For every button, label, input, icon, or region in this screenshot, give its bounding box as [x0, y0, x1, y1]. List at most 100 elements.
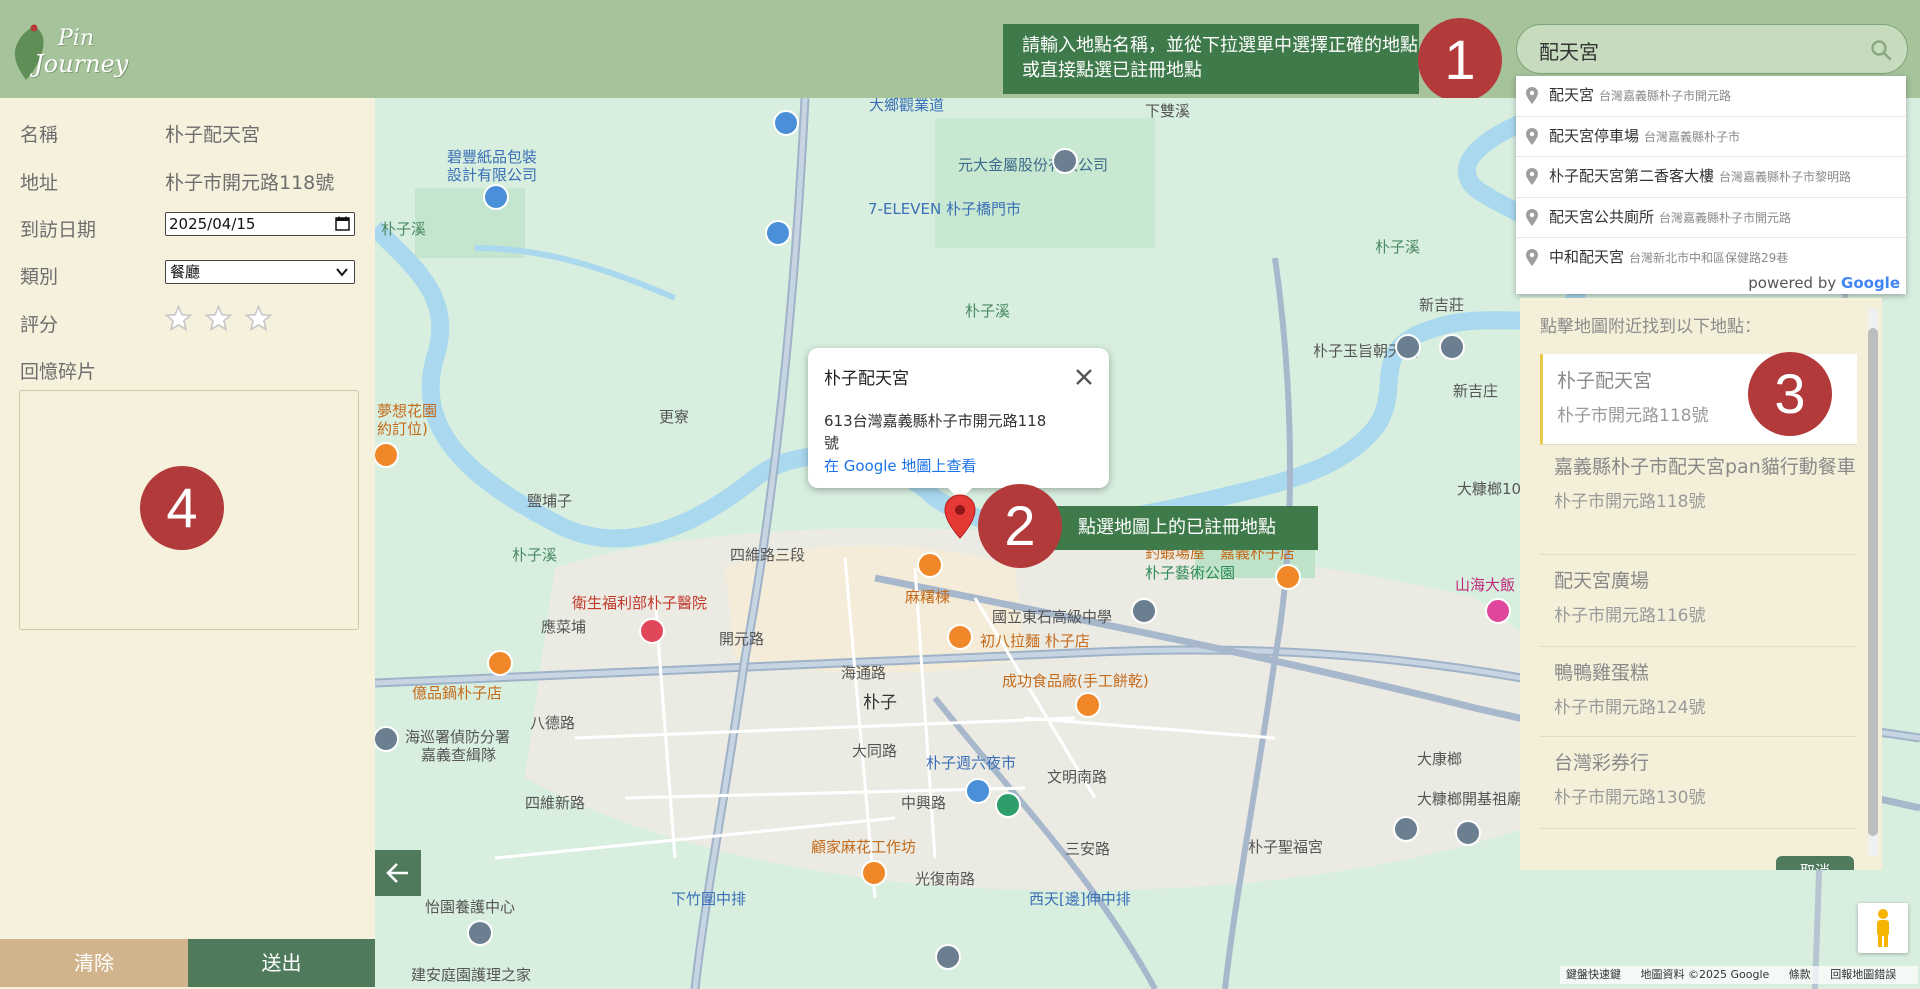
scrollbar-thumb[interactable] — [1868, 328, 1878, 836]
memory-label: 回憶碎片 — [20, 361, 97, 383]
autocomplete-item-detail: 台灣嘉義縣朴子市 — [1644, 129, 1741, 144]
category-selected-value: 餐廳 — [170, 263, 201, 281]
map-label: 怡園養護中心 — [425, 898, 516, 916]
info-window-address: 613台灣嘉義縣朴子市開元路118號 — [824, 412, 1047, 452]
star-icon[interactable] — [205, 305, 232, 332]
category-select[interactable]: 餐廳 — [165, 260, 355, 284]
clear-button[interactable]: 清除 — [0, 939, 188, 987]
map-label: 朴子聖福宮 — [1248, 838, 1324, 856]
nearby-heading: 點擊地圖附近找到以下地點： — [1540, 317, 1761, 337]
nearby-place-name: 鴨鴨雞蛋糕 — [1554, 662, 1650, 684]
map-label: 海通路 — [841, 664, 887, 682]
autocomplete-item-name: 配天宮 — [1549, 86, 1595, 104]
hospital-poi-icon[interactable] — [639, 618, 665, 644]
nearby-place-address: 朴子市開元路116號 — [1554, 606, 1706, 626]
view-on-google-maps-link[interactable]: 在 Google 地圖上查看 — [824, 455, 976, 476]
temple-poi-icon[interactable] — [1455, 820, 1481, 846]
map-label: 光復南路 — [915, 870, 976, 888]
map-label: 朴子週六夜市 — [926, 754, 1017, 772]
close-icon[interactable] — [1075, 368, 1093, 386]
shop-poi-icon[interactable] — [483, 184, 509, 210]
restaurant-poi-icon[interactable] — [1075, 692, 1101, 718]
nearby-place-name: 嘉義縣朴子市配天宮pan貓行動餐車 — [1554, 456, 1856, 478]
autocomplete-item-name: 中和配天宮 — [1549, 248, 1625, 266]
shop-poi-icon[interactable] — [773, 110, 799, 136]
nearby-place-item[interactable]: 配天宮廣場 朴子市開元路116號 — [1540, 554, 1857, 647]
street-view-pegman[interactable] — [1858, 903, 1908, 953]
temple-poi-icon[interactable] — [1395, 334, 1421, 360]
keyboard-shortcuts-link[interactable]: 鍵盤快速鍵 — [1566, 968, 1621, 981]
arrow-left-icon — [386, 863, 408, 883]
place-poi-icon[interactable] — [467, 920, 493, 946]
map-label: 四維路三段 — [730, 546, 806, 564]
map-label: 更寮 — [659, 408, 690, 426]
restaurant-poi-icon[interactable] — [487, 650, 513, 676]
map-label: 衛生福利部朴子醫院 — [572, 594, 708, 612]
star-icon[interactable] — [245, 305, 272, 332]
nearby-scrollbar[interactable] — [1868, 308, 1878, 856]
search-icon[interactable] — [1869, 38, 1893, 62]
cancel-button[interactable]: 取消 — [1776, 856, 1854, 870]
map-label: 山海大飯 — [1455, 576, 1516, 594]
rating-stars[interactable] — [165, 305, 285, 336]
school-poi-icon[interactable] — [1131, 598, 1157, 624]
autocomplete-dropdown: 配天宮 台灣嘉義縣朴子市開元路 配天宮停車場 台灣嘉義縣朴子市 朴子配天宮第二香客大… — [1516, 76, 1906, 294]
app-logo[interactable]: Pin Journey — [10, 12, 140, 84]
logo-text-pin: Pin — [58, 26, 95, 51]
nearby-place-address: 朴子市開元路130號 — [1554, 788, 1706, 808]
nearby-places-panel: 點擊地圖附近找到以下地點： 朴子配天宮 朴子市開元路118號 嘉義縣朴子市配天宮… — [1520, 298, 1882, 870]
autocomplete-item[interactable]: 配天宮公共廁所 台灣嘉義縣朴子市開元路 — [1516, 196, 1906, 238]
map-label: 三安路 — [1065, 840, 1111, 858]
map-label: 大鄉觀業道 — [869, 98, 945, 114]
address-value: 朴子市開元路118號 — [165, 172, 335, 194]
restaurant-poi-icon[interactable] — [947, 624, 973, 650]
nearby-place-item[interactable]: 嘉義縣朴子市配天宮pan貓行動餐車 朴子市開元路118號 — [1540, 444, 1857, 555]
location-pin-icon — [1526, 87, 1538, 104]
business-poi-icon[interactable] — [1052, 148, 1078, 174]
temple-poi-icon[interactable] — [1393, 816, 1419, 842]
star-icon[interactable] — [165, 305, 192, 332]
map-label: 元大金屬股份有限公司 — [958, 156, 1109, 174]
hotel-poi-icon[interactable] — [1485, 598, 1511, 624]
autocomplete-item-detail: 台灣新北市中和區保健路29巷 — [1629, 251, 1789, 265]
place-poi-icon[interactable] — [935, 944, 961, 970]
terms-link[interactable]: 條款 — [1789, 968, 1811, 981]
restaurant-poi-icon[interactable] — [861, 860, 887, 886]
category-label: 類別 — [20, 266, 59, 288]
autocomplete-item[interactable]: 配天宮停車場 台灣嘉義縣朴子市 — [1516, 115, 1906, 157]
step-badge-2: 2 — [978, 484, 1062, 568]
search-hint-callout: 請輸入地點名稱，並從下拉選單中選擇正確的地點或直接點選已註冊地點 — [1003, 24, 1419, 94]
nearby-place-item[interactable]: 台灣彩券行 朴子市開元路130號 — [1540, 736, 1857, 829]
step-badge-3: 3 — [1748, 352, 1832, 436]
map-label: 朴子溪 — [965, 302, 1011, 320]
autocomplete-item[interactable]: 中和配天宮 台灣新北市中和區保健路29巷 — [1516, 237, 1906, 278]
map-marker-icon[interactable] — [944, 494, 976, 540]
nearby-place-name: 配天宮廣場 — [1554, 570, 1650, 592]
nearby-place-item[interactable]: 鴨鴨雞蛋糕 朴子市開元路124號 — [1540, 646, 1857, 737]
visit-date-input[interactable]: 2025/04/15 — [165, 212, 355, 236]
map-label: 應菜埔 — [541, 618, 587, 636]
location-pin-icon — [1526, 208, 1538, 226]
map-data-text: 地圖資料 ©2025 Google — [1640, 968, 1770, 981]
map-label: 朴子溪 — [1375, 238, 1421, 256]
place-poi-icon[interactable] — [1439, 334, 1465, 360]
map-label: 大同路 — [852, 742, 898, 760]
restaurant-poi-icon[interactable] — [917, 552, 943, 578]
back-button[interactable] — [375, 850, 421, 896]
autocomplete-item[interactable]: 配天宮 台灣嘉義縣朴子市開元路 — [1516, 76, 1906, 116]
park-poi-icon[interactable] — [995, 792, 1021, 818]
calendar-icon[interactable] — [335, 216, 350, 231]
map-label: 朴子 — [863, 693, 897, 713]
restaurant-poi-icon[interactable] — [1275, 564, 1301, 590]
map-label: 初八拉麵 朴子店 — [980, 632, 1090, 650]
map-label: 下雙溪 — [1145, 102, 1191, 120]
report-error-link[interactable]: 回報地圖錯誤 — [1830, 968, 1896, 981]
place-search-box[interactable] — [1516, 24, 1908, 74]
rating-label: 評分 — [20, 314, 59, 336]
autocomplete-item[interactable]: 朴子配天宮第二香客大樓 台灣嘉義縣朴子市黎明路 — [1516, 156, 1906, 197]
search-input[interactable] — [1537, 35, 1861, 65]
convenience-store-poi-icon[interactable] — [765, 220, 791, 246]
submit-button[interactable]: 送出 — [188, 939, 375, 987]
map-label: 朴子藝術公園 — [1145, 564, 1236, 582]
shopping-poi-icon[interactable] — [965, 778, 991, 804]
